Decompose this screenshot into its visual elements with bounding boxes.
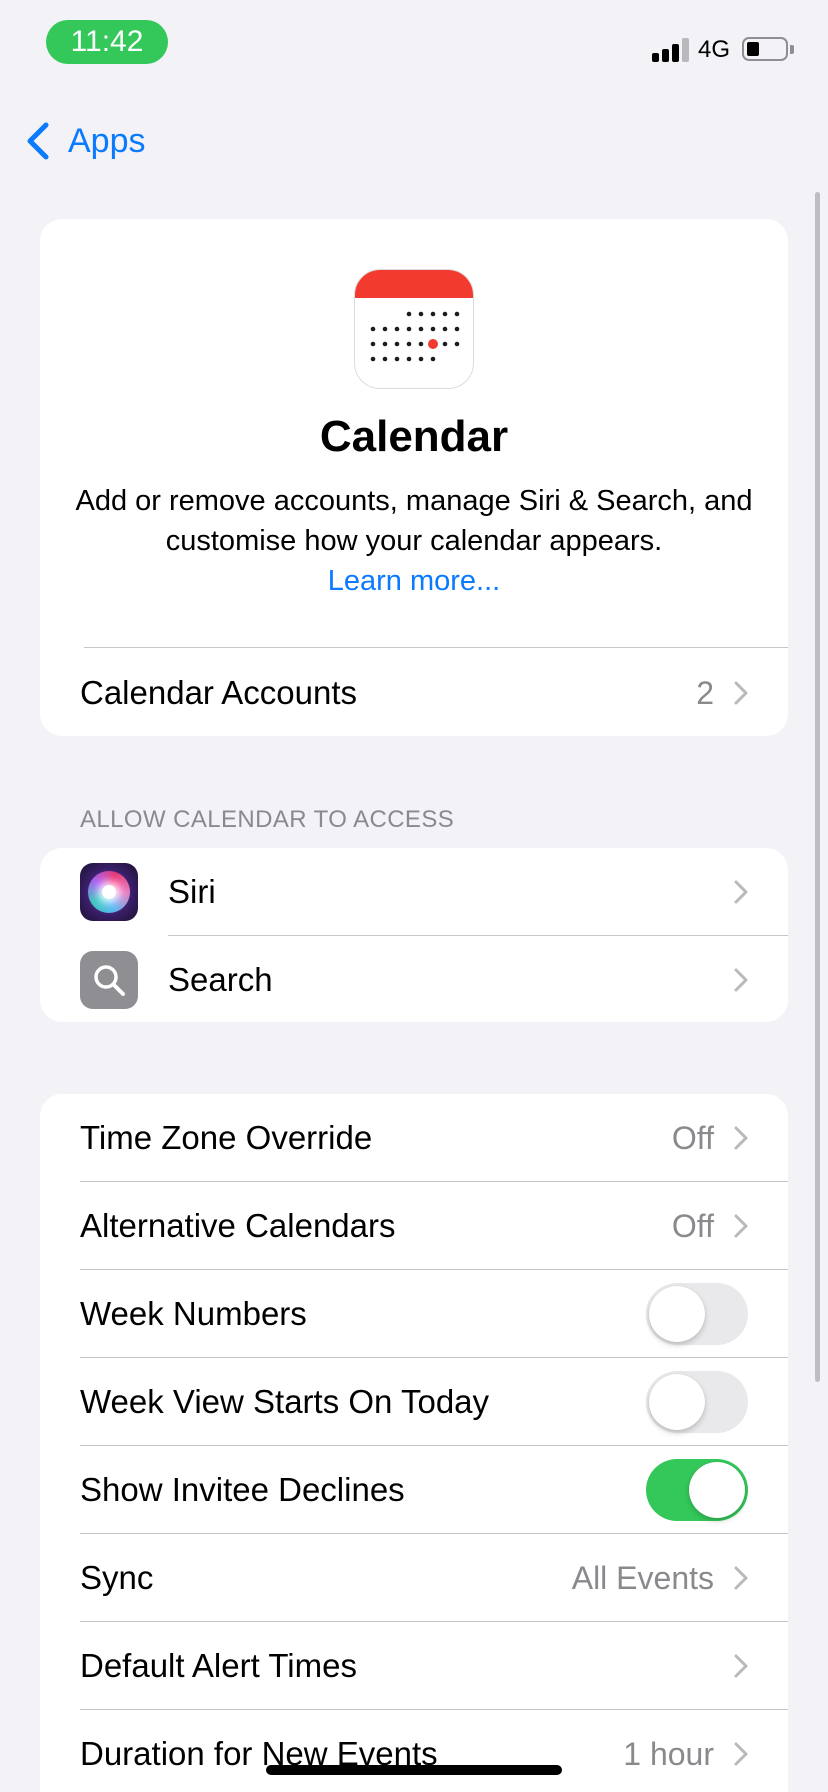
back-button[interactable]: Apps: [24, 118, 146, 164]
chevron-right-icon: [734, 1214, 748, 1238]
row-value: Off: [671, 1207, 714, 1244]
section-header: ALLOW CALENDAR TO ACCESS: [80, 806, 455, 833]
alternative-calendars-row[interactable]: Alternative Calendars Off: [40, 1182, 788, 1270]
row-label: Alternative Calendars: [80, 1207, 396, 1244]
scrollbar[interactable]: [815, 192, 820, 1382]
row-value: 1 hour: [623, 1735, 714, 1772]
chevron-left-icon: [27, 122, 49, 160]
sync-row[interactable]: Sync All Events: [40, 1534, 788, 1622]
row-label: Default Alert Times: [80, 1647, 357, 1684]
default-alert-times-row[interactable]: Default Alert Times: [40, 1622, 788, 1710]
chevron-right-icon: [734, 681, 748, 705]
row-label: Week Numbers: [80, 1295, 307, 1332]
week-numbers-toggle[interactable]: [646, 1283, 748, 1345]
status-time: 11:42: [46, 20, 168, 64]
divider: [84, 647, 788, 648]
chevron-right-icon: [734, 968, 748, 992]
row-label: Calendar Accounts: [80, 674, 358, 711]
row-label: Time Zone Override: [80, 1119, 373, 1156]
week-view-starts-on-today-toggle[interactable]: [646, 1371, 748, 1433]
duration-for-new-events-row[interactable]: Duration for New Events 1 hour: [40, 1710, 788, 1792]
battery-icon: [742, 37, 788, 61]
show-invitee-declines-row: Show Invitee Declines: [40, 1446, 788, 1534]
app-description: Add or remove accounts, manage Siri & Se…: [75, 485, 753, 557]
chevron-right-icon: [734, 1654, 748, 1678]
row-label: Siri: [168, 873, 216, 910]
row-label: Search: [168, 961, 273, 998]
calendar-app-icon: [354, 269, 474, 389]
magnifier-icon: [80, 951, 138, 1009]
access-card: Siri Search: [40, 848, 788, 1022]
home-indicator[interactable]: [266, 1765, 562, 1775]
chevron-right-icon: [734, 880, 748, 904]
network-type: 4G: [698, 36, 731, 63]
week-numbers-row: Week Numbers: [40, 1270, 788, 1358]
calendar-settings-card: Time Zone Override Off Alternative Calen…: [40, 1094, 788, 1792]
chevron-right-icon: [734, 1126, 748, 1150]
chevron-right-icon: [734, 1566, 748, 1590]
siri-icon: [80, 863, 138, 921]
learn-more-link[interactable]: Learn more...: [40, 561, 788, 601]
row-label: Show Invitee Declines: [80, 1471, 405, 1508]
row-value: Off: [671, 1119, 714, 1156]
row-label: Sync: [80, 1559, 154, 1596]
week-view-starts-on-today-row: Week View Starts On Today: [40, 1358, 788, 1446]
search-row[interactable]: Search: [40, 936, 788, 1022]
app-title: Calendar: [319, 412, 509, 461]
row-label: Week View Starts On Today: [80, 1383, 490, 1420]
back-label: Apps: [68, 121, 146, 160]
calendar-accounts-row[interactable]: Calendar Accounts 2: [40, 649, 788, 736]
status-bar: 11:42 4G: [0, 0, 828, 80]
battery-tip: [790, 45, 794, 54]
row-value: All Events: [571, 1559, 714, 1596]
cellular-signal-icon: [652, 38, 690, 62]
chevron-right-icon: [734, 1742, 748, 1766]
app-info-card: Calendar Add or remove accounts, manage …: [40, 219, 788, 736]
time-zone-override-row[interactable]: Time Zone Override Off: [40, 1094, 788, 1182]
siri-row[interactable]: Siri: [40, 848, 788, 936]
row-value: 2: [696, 674, 714, 711]
show-invitee-declines-toggle[interactable]: [646, 1459, 748, 1521]
